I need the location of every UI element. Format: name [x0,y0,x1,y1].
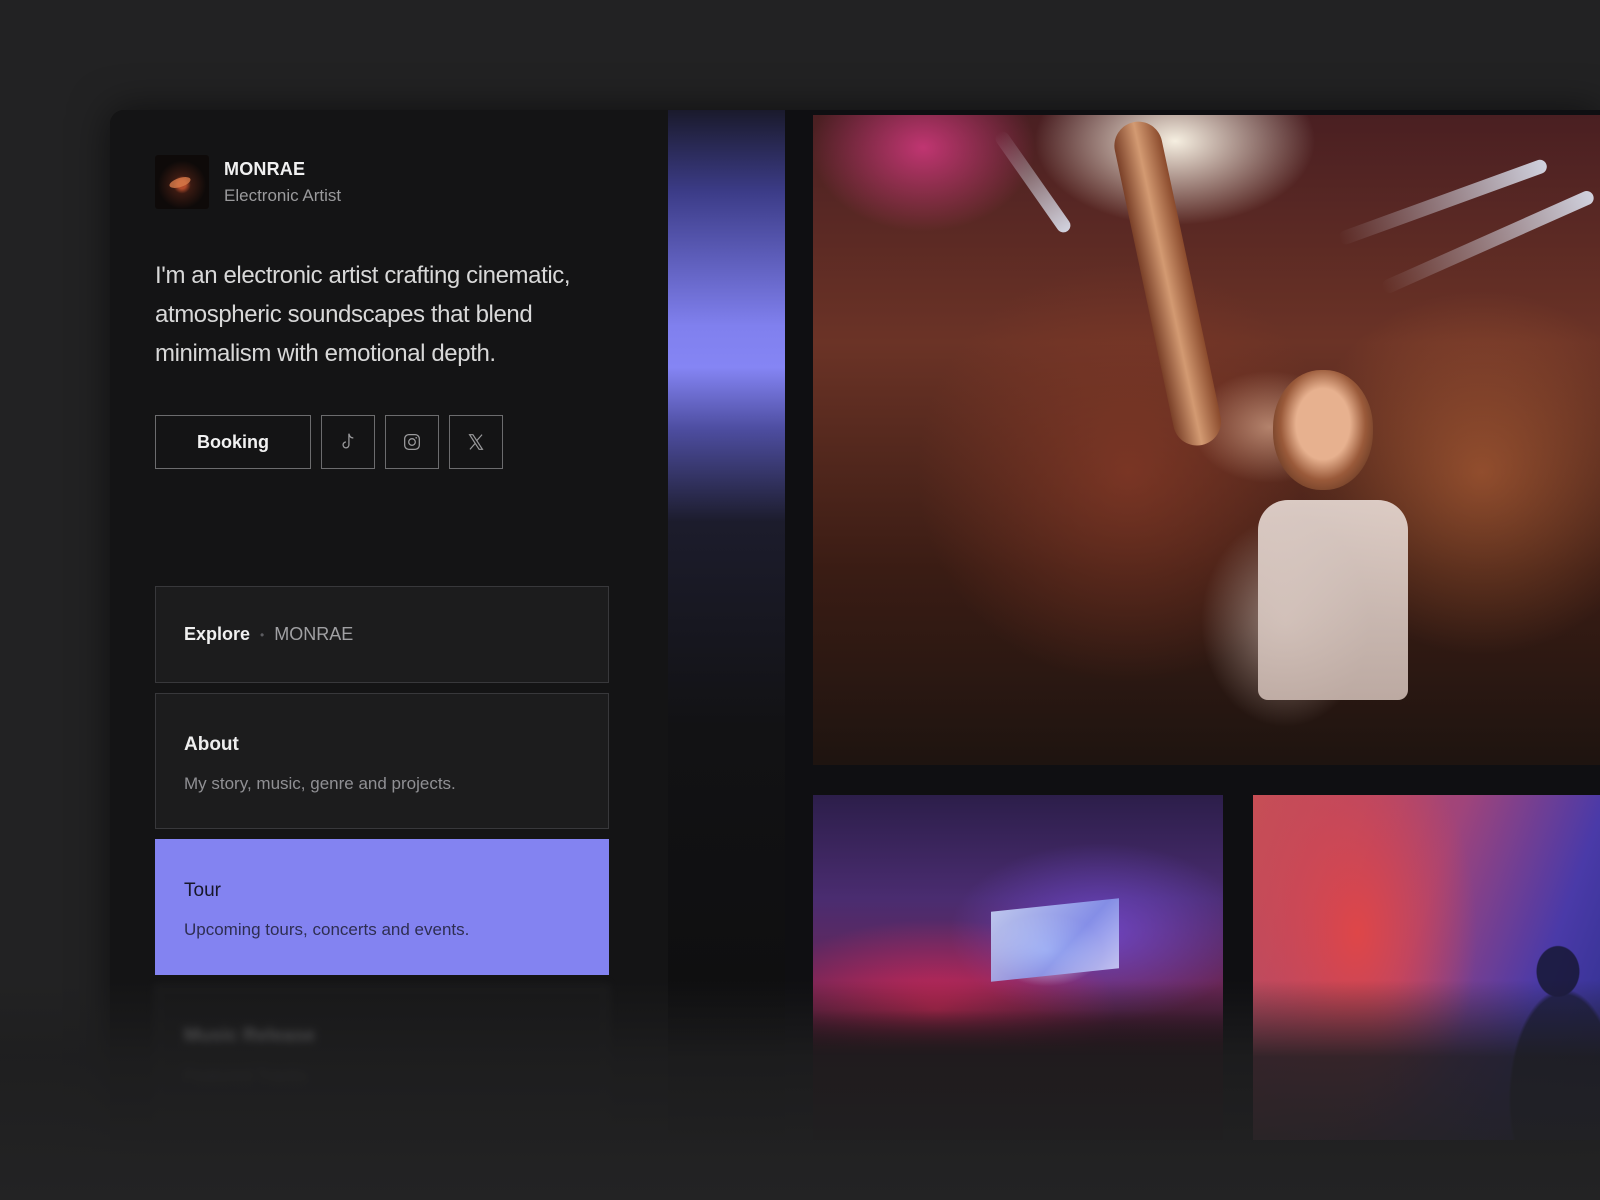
dancer-figure [1273,370,1373,490]
stage-screen [991,898,1119,982]
performer-silhouette [1503,945,1600,1140]
nav-item-tour[interactable]: Tour Upcoming tours, concerts and events… [155,839,609,975]
avatar [155,155,209,209]
artist-role: Electronic Artist [224,185,342,205]
nav-item-title: Music Release [184,1026,315,1047]
app-window: MONRAE Electronic Artist I'm an electron… [110,110,1600,1140]
concert-crowd-photo[interactable] [813,115,1600,765]
tiktok-icon [342,433,354,449]
instagram-button[interactable] [385,415,439,469]
section-nav: Explore • MONRAE About My story, music, … [155,586,609,1131]
action-bar: Booking [155,415,503,469]
stage-crowd-photo[interactable] [813,795,1223,1140]
dancer-top [1258,500,1408,700]
x-icon [468,434,484,450]
crowd-silhouette [813,1010,1223,1140]
x-button[interactable] [449,415,503,469]
nav-item-about[interactable]: About My story, music, genre and project… [155,693,609,829]
nav-item-description: My story, music, genre and projects. [184,774,456,793]
nav-item-title: About [184,734,239,755]
nav-item-description: Upcoming tours, concerts and events. [184,920,470,939]
artist-bio: I'm an electronic artist crafting cinema… [155,262,571,367]
booking-button[interactable]: Booking [155,415,311,469]
profile-text: MONRAE Electronic Artist [224,159,341,206]
nav-item-description: Featured Tracks [184,1066,307,1085]
explore-breadcrumb[interactable]: Explore • MONRAE [155,586,609,683]
nav-item-music-release[interactable]: Music Release Featured Tracks [155,985,609,1121]
performer-photo[interactable] [1253,795,1600,1140]
breadcrumb-separator: • [260,627,265,642]
explore-label: Explore [184,624,251,644]
explore-context: MONRAE [274,624,354,644]
nav-item-title: Tour [184,880,221,901]
artist-name: MONRAE [224,158,306,179]
tiktok-button[interactable] [321,415,375,469]
raised-arm [1109,117,1226,450]
light-strip [668,110,785,1140]
instagram-icon [404,434,420,450]
stage-light-beam [992,128,1074,236]
profile-header: MONRAE Electronic Artist [155,155,341,209]
artist-panel: MONRAE Electronic Artist I'm an electron… [110,110,668,1140]
